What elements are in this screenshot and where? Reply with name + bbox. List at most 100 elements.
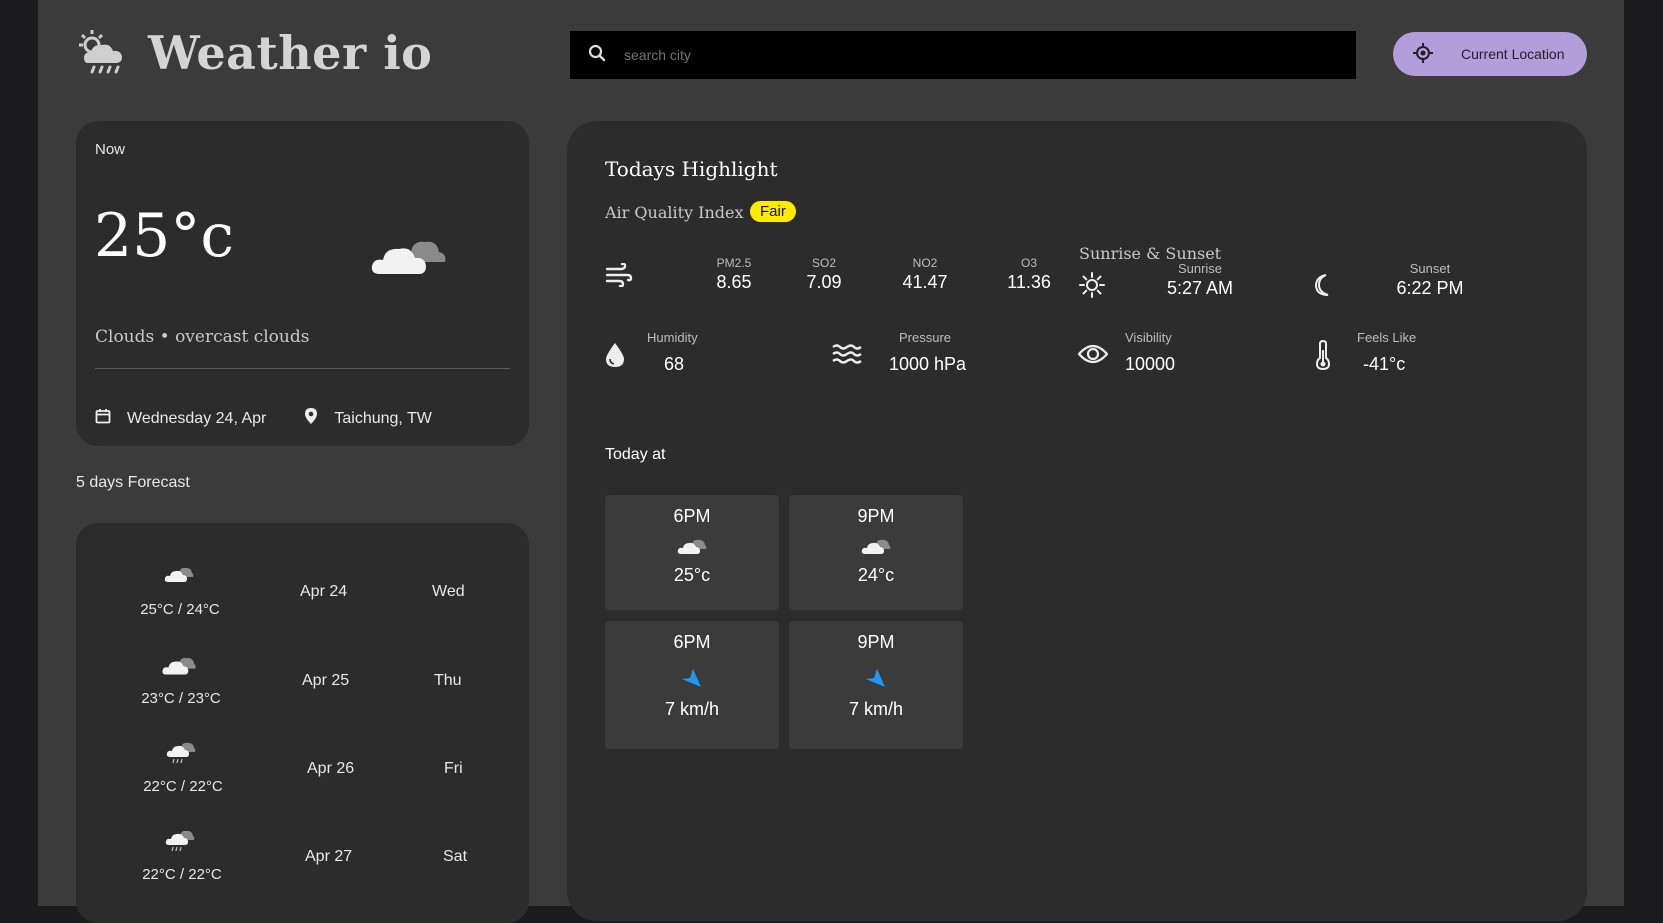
thermometer-icon bbox=[1315, 339, 1331, 375]
feels-like-block: Feels Like -41°c bbox=[1357, 330, 1416, 375]
forecast-row: 22°C / 22°C Apr 27 Sat bbox=[76, 826, 529, 906]
app-title: Weather io bbox=[148, 26, 433, 80]
date-location-row: Wednesday 24, Apr Taichung, TW bbox=[95, 407, 432, 430]
location-pin-icon bbox=[304, 407, 318, 430]
sunset-label: Sunset bbox=[1409, 261, 1451, 276]
pollutant-so2: SO2 7.09 bbox=[794, 256, 854, 293]
sunset-block: Sunset 6:22 PM bbox=[1385, 261, 1475, 299]
current-location-label: Current Location bbox=[1461, 46, 1565, 62]
pollutant-no2: NO2 41.47 bbox=[892, 256, 958, 293]
hourly-temp-card: 9PM 24°c bbox=[789, 495, 963, 610]
pollutant-o3: O3 11.36 bbox=[996, 256, 1062, 293]
current-location-button[interactable]: Current Location bbox=[1393, 32, 1587, 76]
wind-direction-icon bbox=[789, 665, 963, 699]
overcast-clouds-icon bbox=[371, 222, 451, 287]
hourly-temp-card: 6PM 25°c bbox=[605, 495, 779, 610]
now-label: Now bbox=[95, 141, 126, 158]
today-at-title: Today at bbox=[605, 446, 666, 463]
overcast-clouds-icon bbox=[605, 533, 779, 563]
forecast-date: Apr 24 bbox=[300, 583, 348, 600]
app-window: Weather io Current Location Now 25°c Clo… bbox=[38, 0, 1624, 923]
pressure-label: Pressure bbox=[899, 330, 952, 345]
hourly-wind-card: 6PM 7 km/h bbox=[605, 621, 779, 749]
wind-direction-icon bbox=[605, 665, 779, 699]
weather-description: Clouds • overcast clouds bbox=[95, 327, 310, 347]
forecast-date: Apr 26 bbox=[307, 760, 355, 777]
pollutant-key: PM2.5 bbox=[716, 256, 752, 270]
forecast-card: 25°C / 24°C Apr 24 Wed 23°C / 23°C Apr 2… bbox=[76, 523, 529, 923]
pressure-value: 1000 hPa bbox=[889, 354, 967, 374]
divider bbox=[95, 368, 510, 369]
humidity-block: Humidity 68 bbox=[647, 330, 698, 375]
aqi-badge: Fair bbox=[750, 201, 796, 222]
forecast-day: Thu bbox=[434, 672, 462, 689]
sunset-time: 6:22 PM bbox=[1396, 278, 1464, 298]
highlights-title: Todays Highlight bbox=[605, 157, 778, 181]
brand: Weather io bbox=[74, 26, 432, 80]
rain-cloud-icon bbox=[166, 738, 196, 771]
eye-icon bbox=[1077, 342, 1109, 371]
highlights-card: Todays Highlight Air Quality Index Fair … bbox=[567, 121, 1587, 921]
hour-label: 6PM bbox=[673, 506, 711, 526]
humidity-label: Humidity bbox=[647, 330, 698, 345]
sunrise-label: Sunrise bbox=[1177, 261, 1223, 276]
forecast-day: Wed bbox=[432, 583, 465, 600]
visibility-value: 10000 bbox=[1125, 354, 1176, 374]
forecast-title: 5 days Forecast bbox=[76, 474, 190, 491]
sunrise-block: Sunrise 5:27 AM bbox=[1155, 261, 1245, 299]
hour-label: 9PM bbox=[857, 506, 895, 526]
sun-icon bbox=[1079, 272, 1105, 303]
overcast-clouds-icon bbox=[164, 561, 194, 590]
current-temperature: 25°c bbox=[94, 201, 234, 271]
current-weather-card: Now 25°c Clouds • overcast clouds Wednes… bbox=[76, 121, 529, 446]
hour-label: 9PM bbox=[857, 632, 895, 652]
forecast-row: 23°C / 23°C Apr 25 Thu bbox=[76, 650, 529, 730]
pollutant-value: 7.09 bbox=[806, 272, 842, 292]
forecast-row: 22°C / 22°C Apr 26 Fri bbox=[76, 738, 529, 818]
forecast-date: Apr 27 bbox=[305, 848, 353, 865]
forecast-date: Apr 25 bbox=[302, 672, 350, 689]
moon-icon bbox=[1311, 273, 1333, 302]
visibility-block: Visibility 10000 bbox=[1125, 330, 1175, 375]
search-icon bbox=[588, 44, 606, 67]
humidity-value: 68 bbox=[664, 354, 685, 374]
forecast-temps: 25°C / 24°C bbox=[140, 601, 220, 618]
sunrise-time: 5:27 AM bbox=[1166, 278, 1234, 298]
forecast-day: Fri bbox=[444, 760, 463, 777]
humidity-icon bbox=[604, 341, 626, 374]
pollutant-value: 8.65 bbox=[716, 272, 752, 292]
hourly-wind-speed: 7 km/h bbox=[664, 699, 720, 719]
pollutant-pm25: PM2.5 8.65 bbox=[704, 256, 764, 293]
pollutant-value: 41.47 bbox=[902, 272, 948, 292]
pressure-waves-icon bbox=[832, 343, 862, 370]
forecast-temps: 23°C / 23°C bbox=[141, 690, 221, 707]
forecast-temps: 22°C / 22°C bbox=[142, 866, 222, 883]
current-date: Wednesday 24, Apr bbox=[127, 409, 267, 427]
hourly-temp: 24°c bbox=[857, 565, 895, 585]
hourly-temp: 25°c bbox=[673, 565, 711, 585]
aqi-label: Air Quality Index bbox=[605, 203, 744, 222]
search-bar[interactable] bbox=[570, 31, 1356, 79]
visibility-label: Visibility bbox=[1125, 330, 1172, 345]
gps-icon bbox=[1413, 42, 1433, 66]
forecast-row: 25°C / 24°C Apr 24 Wed bbox=[76, 561, 529, 641]
pollutant-key: NO2 bbox=[912, 256, 938, 270]
hourly-wind-speed: 7 km/h bbox=[848, 699, 904, 719]
current-location: Taichung, TW bbox=[334, 409, 432, 427]
feels-like-value: -41°c bbox=[1363, 354, 1406, 374]
rain-cloud-icon bbox=[165, 826, 195, 859]
cloud-sun-rain-icon bbox=[74, 27, 134, 80]
pollutant-key: O3 bbox=[1020, 256, 1037, 270]
calendar-icon bbox=[95, 408, 111, 429]
forecast-temps: 22°C / 22°C bbox=[143, 778, 223, 795]
feels-like-label: Feels Like bbox=[1357, 330, 1417, 345]
pollutant-key: SO2 bbox=[811, 256, 836, 270]
search-input[interactable] bbox=[622, 46, 1326, 64]
forecast-day: Sat bbox=[443, 848, 468, 865]
overcast-clouds-icon bbox=[160, 650, 198, 683]
wind-icon bbox=[605, 262, 633, 292]
hourly-wind-card: 9PM 7 km/h bbox=[789, 621, 963, 749]
hour-label: 6PM bbox=[673, 632, 711, 652]
pressure-block: Pressure 1000 hPa bbox=[889, 330, 966, 375]
overcast-clouds-icon bbox=[789, 533, 963, 563]
